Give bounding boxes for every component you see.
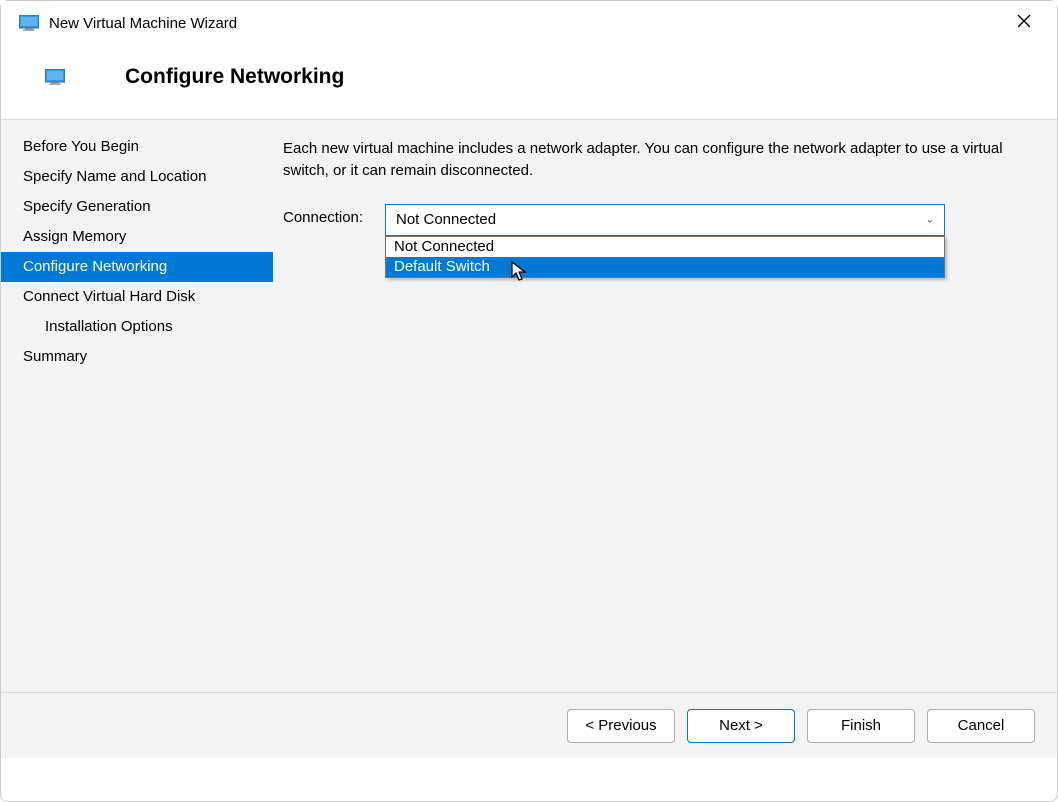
header-monitor-icon (45, 69, 65, 85)
wizard-sidebar: Before You BeginSpecify Name and Locatio… (1, 120, 273, 692)
connection-field: Not Connected ⌄ Not ConnectedDefault Swi… (385, 204, 1027, 236)
sidebar-step-7[interactable]: Summary (1, 342, 273, 372)
content-description: Each new virtual machine includes a netw… (283, 138, 1027, 182)
connection-combobox[interactable]: Not Connected ⌄ (385, 204, 945, 236)
wizard-body: Before You BeginSpecify Name and Locatio… (1, 120, 1057, 692)
finish-button[interactable]: Finish (807, 709, 915, 743)
chevron-down-icon: ⌄ (926, 214, 934, 225)
app-monitor-icon (19, 15, 39, 31)
titlebar: New Virtual Machine Wizard (1, 1, 1057, 45)
connection-selected-value: Not Connected (396, 211, 496, 228)
sidebar-step-1[interactable]: Specify Name and Location (1, 162, 273, 192)
sidebar-step-3[interactable]: Assign Memory (1, 222, 273, 252)
next-button[interactable]: Next > (687, 709, 795, 743)
sidebar-step-5[interactable]: Connect Virtual Hard Disk (1, 282, 273, 312)
wizard-footer: < Previous Next > Finish Cancel (1, 692, 1057, 758)
connection-row: Connection: Not Connected ⌄ Not Connecte… (283, 204, 1027, 236)
sidebar-step-4[interactable]: Configure Networking (1, 252, 273, 282)
close-icon (1017, 14, 1031, 33)
wizard-header: Configure Networking (1, 45, 1057, 119)
dropdown-option-0[interactable]: Not Connected (386, 237, 944, 257)
page-title: Configure Networking (125, 65, 344, 89)
sidebar-step-0[interactable]: Before You Begin (1, 132, 273, 162)
connection-dropdown: Not ConnectedDefault Switch (385, 236, 945, 278)
sidebar-step-2[interactable]: Specify Generation (1, 192, 273, 222)
close-button[interactable] (1001, 7, 1047, 39)
wizard-content: Each new virtual machine includes a netw… (273, 120, 1057, 692)
cancel-button[interactable]: Cancel (927, 709, 1035, 743)
sidebar-step-6[interactable]: Installation Options (1, 312, 273, 342)
window-title: New Virtual Machine Wizard (49, 15, 1001, 32)
connection-label: Connection: (283, 204, 385, 226)
previous-button[interactable]: < Previous (567, 709, 675, 743)
dropdown-option-1[interactable]: Default Switch (386, 257, 944, 277)
